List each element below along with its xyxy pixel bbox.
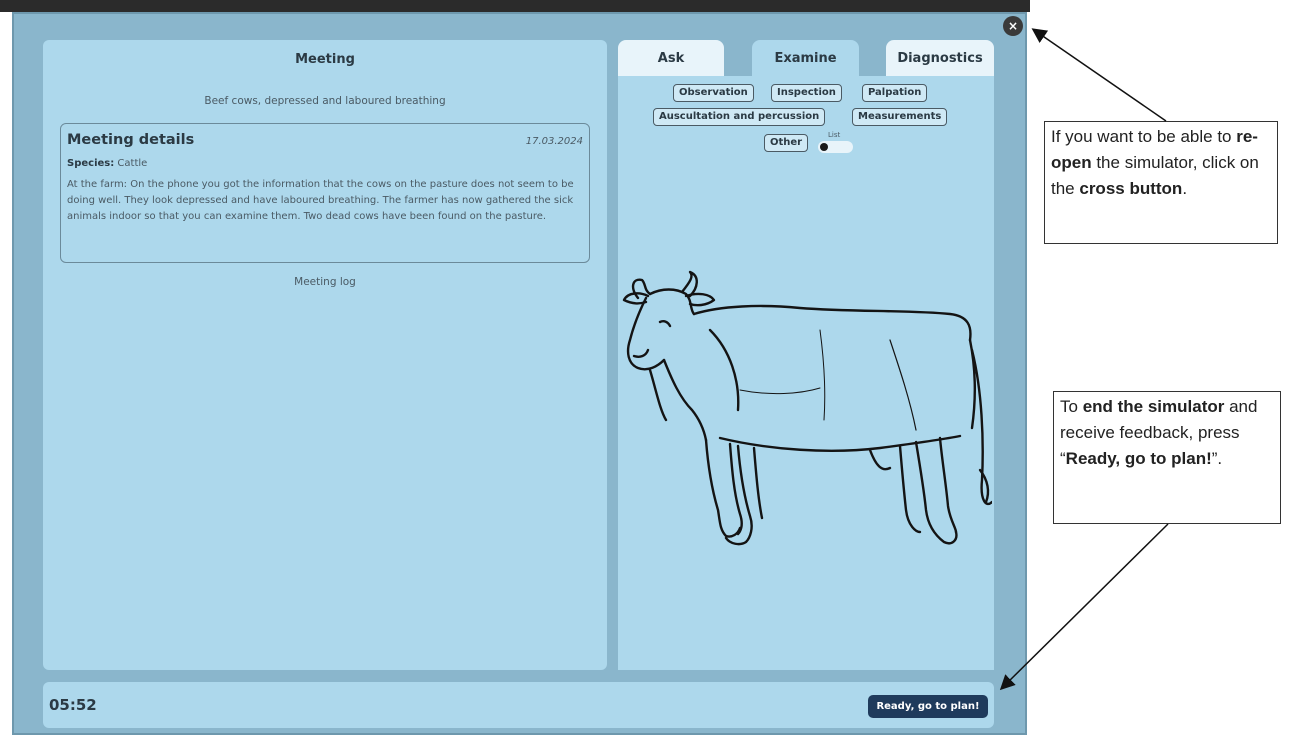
meeting-title: Meeting: [295, 52, 355, 67]
list-toggle[interactable]: [818, 141, 853, 153]
species-line: Species: Cattle: [67, 158, 583, 169]
meeting-subtitle: Beef cows, depressed and laboured breath…: [204, 95, 446, 107]
meeting-details-title: Meeting details: [67, 132, 195, 148]
end-callout: To end the simulator and receive feedbac…: [1053, 391, 1281, 524]
species-label: Species:: [67, 158, 115, 169]
cow-illustration[interactable]: [620, 270, 992, 555]
ready-go-to-plan-button[interactable]: Ready, go to plan!: [868, 695, 988, 718]
meeting-date: 17.03.2024: [525, 136, 583, 147]
tab-diagnostics[interactable]: Diagnostics: [886, 40, 994, 77]
reopen-callout: If you want to be able to re-open the si…: [1044, 121, 1278, 244]
chip-palpation[interactable]: Palpation: [862, 84, 928, 102]
reopen-text-3: .: [1182, 179, 1188, 198]
chip-observation[interactable]: Observation: [673, 84, 754, 102]
background-strip: [0, 0, 1030, 12]
meeting-description: At the farm: On the phone you got the in…: [67, 179, 574, 222]
toggle-knob: [820, 143, 828, 151]
tab-ask[interactable]: Ask: [618, 40, 724, 77]
species-value: Cattle: [117, 158, 148, 169]
chip-other[interactable]: Other: [764, 134, 809, 152]
end-text-1: To: [1060, 397, 1083, 416]
list-toggle-label: List: [828, 131, 841, 139]
end-text-bold-2: Ready, go to plan!: [1065, 449, 1212, 468]
chip-inspection[interactable]: Inspection: [771, 84, 842, 102]
close-icon[interactable]: ×: [1003, 16, 1023, 36]
end-text-bold-1: end the simulator: [1082, 397, 1225, 416]
meeting-log-label: Meeting log: [294, 276, 356, 288]
end-text-3: ”.: [1211, 449, 1223, 468]
arrow-to-close: [1031, 28, 1167, 122]
bottom-bar: 05:52 Ready, go to plan!: [43, 682, 994, 728]
meeting-details-box: Meeting details 17.03.2024 Species: Catt…: [60, 123, 590, 263]
reopen-text-1: If you want to be able to: [1051, 127, 1237, 146]
meeting-panel: Meeting Beef cows, depressed and laboure…: [43, 40, 607, 670]
tab-examine[interactable]: Examine: [752, 40, 859, 77]
chip-measurements[interactable]: Measurements: [852, 108, 948, 126]
reopen-text-bold-2: cross button: [1079, 179, 1183, 198]
screenshot-stage: × Meeting Beef cows, depressed and labou…: [0, 0, 1309, 735]
chip-auscultation[interactable]: Auscultation and percussion: [653, 108, 826, 126]
timer: 05:52: [49, 696, 97, 714]
